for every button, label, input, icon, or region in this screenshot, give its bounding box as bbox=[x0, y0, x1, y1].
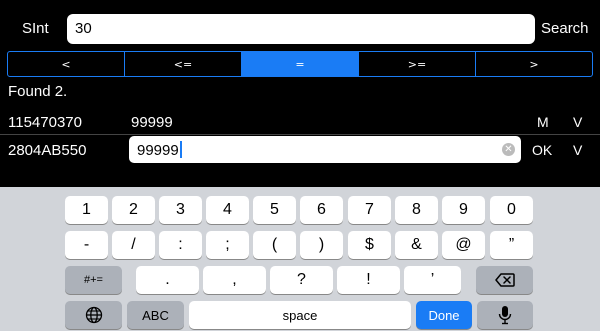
result-value[interactable]: 99999 bbox=[131, 114, 173, 131]
key-slash[interactable]: / bbox=[112, 231, 155, 259]
clear-icon[interactable]: ✕ bbox=[502, 143, 515, 156]
key-exclamation[interactable]: ! bbox=[337, 266, 400, 294]
globe-icon bbox=[85, 306, 102, 324]
view-button[interactable]: V bbox=[573, 114, 582, 130]
key-at[interactable]: @ bbox=[442, 231, 485, 259]
result-row: 115470370 99999 M V bbox=[0, 108, 600, 136]
comparison-segmented-control: < <= = >= > bbox=[7, 51, 593, 77]
key-comma[interactable]: , bbox=[203, 266, 266, 294]
symbols-key[interactable]: #+= bbox=[65, 266, 122, 294]
row-divider bbox=[0, 134, 600, 135]
search-type-label: SInt bbox=[22, 20, 49, 37]
modify-button[interactable]: M bbox=[537, 114, 549, 130]
key-period[interactable]: . bbox=[136, 266, 199, 294]
search-input[interactable]: 30 bbox=[67, 14, 535, 44]
backspace-key[interactable] bbox=[476, 266, 533, 294]
key-8[interactable]: 8 bbox=[395, 196, 438, 224]
key-3[interactable]: 3 bbox=[159, 196, 202, 224]
compare-equal[interactable]: = bbox=[242, 52, 359, 76]
edit-value-text: 99999 bbox=[137, 142, 179, 159]
key-ampersand[interactable]: & bbox=[395, 231, 438, 259]
key-semicolon[interactable]: ; bbox=[206, 231, 249, 259]
space-key[interactable]: space bbox=[189, 301, 411, 329]
ok-button[interactable]: OK bbox=[532, 142, 552, 158]
abc-key[interactable]: ABC bbox=[127, 301, 184, 329]
key-hyphen[interactable]: - bbox=[65, 231, 108, 259]
value-edit-field[interactable]: 99999 ✕ bbox=[129, 136, 521, 163]
key-quote[interactable]: ” bbox=[490, 231, 533, 259]
text-caret bbox=[179, 141, 182, 158]
key-dollar[interactable]: $ bbox=[348, 231, 391, 259]
dictation-key[interactable] bbox=[477, 301, 533, 329]
key-colon[interactable]: : bbox=[159, 231, 202, 259]
compare-less-equal[interactable]: <= bbox=[125, 52, 242, 76]
compare-greater-equal[interactable]: >= bbox=[359, 52, 476, 76]
compare-less-than[interactable]: < bbox=[8, 52, 125, 76]
backspace-icon bbox=[494, 273, 515, 287]
results-count: Found 2. bbox=[8, 83, 68, 100]
view-button[interactable]: V bbox=[573, 142, 582, 158]
globe-key[interactable] bbox=[65, 301, 122, 329]
key-2[interactable]: 2 bbox=[112, 196, 155, 224]
done-key[interactable]: Done bbox=[416, 301, 472, 329]
numeric-keyboard: 1 2 3 4 5 6 7 8 9 0 - / : ; ( ) $ & @ ” … bbox=[0, 187, 600, 331]
key-open-paren[interactable]: ( bbox=[253, 231, 296, 259]
key-7[interactable]: 7 bbox=[348, 196, 391, 224]
compare-greater-than[interactable]: > bbox=[476, 52, 592, 76]
key-9[interactable]: 9 bbox=[442, 196, 485, 224]
microphone-icon bbox=[498, 306, 512, 325]
search-button[interactable]: Search bbox=[541, 20, 589, 37]
result-address: 115470370 bbox=[8, 114, 82, 131]
key-question[interactable]: ? bbox=[270, 266, 333, 294]
key-6[interactable]: 6 bbox=[300, 196, 343, 224]
result-row-editing: 2804AB550 99999 ✕ OK V bbox=[0, 136, 600, 164]
key-1[interactable]: 1 bbox=[65, 196, 108, 224]
key-close-paren[interactable]: ) bbox=[300, 231, 343, 259]
key-4[interactable]: 4 bbox=[206, 196, 249, 224]
key-apostrophe[interactable]: ’ bbox=[404, 266, 461, 294]
key-0[interactable]: 0 bbox=[490, 196, 533, 224]
result-address: 2804AB550 bbox=[8, 142, 87, 159]
key-5[interactable]: 5 bbox=[253, 196, 296, 224]
